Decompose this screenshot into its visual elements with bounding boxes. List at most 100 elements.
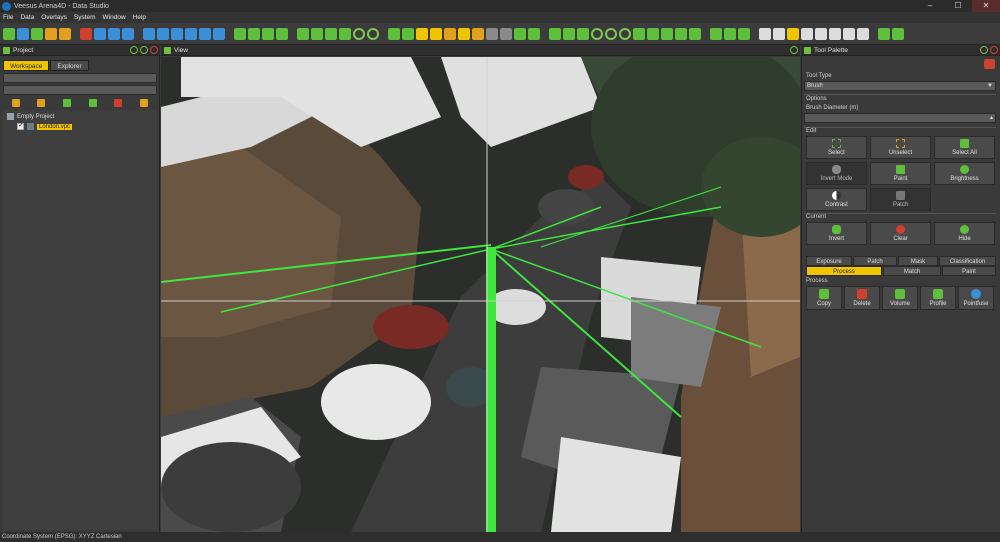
tab-exposure[interactable]: Exposure (806, 256, 852, 266)
new-project-icon[interactable] (3, 27, 15, 40)
tab-classification[interactable]: Classification (939, 256, 996, 266)
hand-icon[interactable] (843, 27, 855, 40)
tab-process[interactable]: Process (806, 266, 882, 276)
scan-icon[interactable] (297, 27, 309, 40)
brush-diameter-input[interactable]: ▴ (804, 113, 996, 123)
select-all-button[interactable]: Select All (934, 136, 995, 159)
path-icon[interactable] (577, 27, 589, 40)
target-icon[interactable] (353, 27, 365, 40)
tab-match[interactable]: Match (883, 266, 941, 276)
pointfuse-button[interactable]: Pointfuse (958, 286, 994, 310)
compass-icon[interactable] (619, 27, 631, 40)
chart-icon[interactable] (325, 27, 337, 40)
invert-mode-button[interactable]: Invert Mode (806, 162, 867, 185)
volume-button[interactable]: Volume (882, 286, 918, 310)
camera-icon[interactable] (157, 27, 169, 40)
palette-float-icon[interactable] (980, 46, 988, 54)
select-button[interactable]: Select (806, 136, 867, 159)
nodes-icon[interactable] (563, 27, 575, 40)
project-lock-bar[interactable] (3, 85, 157, 95)
paint-button[interactable]: Paint (870, 162, 931, 185)
open-icon[interactable] (17, 27, 29, 40)
pin-icon[interactable] (647, 27, 659, 40)
tree-item[interactable]: London.vpc (17, 121, 73, 130)
tab-patch[interactable]: Patch (853, 256, 897, 266)
minimize-all-icon[interactable] (878, 27, 890, 40)
film-icon[interactable] (199, 27, 211, 40)
nav-icon[interactable] (605, 27, 617, 40)
fly-icon[interactable] (738, 27, 750, 40)
point-cloud-viewport[interactable] (161, 57, 800, 532)
up-icon[interactable] (710, 27, 722, 40)
zoom-in-icon[interactable] (675, 27, 687, 40)
redo-icon[interactable] (108, 27, 120, 40)
tab-workspace[interactable]: Workspace (3, 60, 50, 71)
settings-icon[interactable] (500, 27, 512, 40)
orbit-icon[interactable] (591, 27, 603, 40)
invert-button[interactable]: Invert (806, 222, 867, 245)
menu-system[interactable]: System (74, 14, 96, 21)
brightness-button[interactable]: Brightness (934, 162, 995, 185)
tab-paint[interactable]: Paint (942, 266, 996, 276)
hide-button[interactable]: Hide (934, 222, 995, 245)
export-icon[interactable] (248, 27, 260, 40)
add-folder-icon[interactable] (11, 98, 20, 107)
search-project-icon[interactable] (88, 98, 97, 107)
publish-icon[interactable] (276, 27, 288, 40)
world-icon[interactable] (528, 27, 540, 40)
pdf-icon[interactable] (262, 27, 274, 40)
window-icon[interactable] (857, 27, 869, 40)
photo-icon[interactable] (185, 27, 197, 40)
walk-icon[interactable] (724, 27, 736, 40)
eye-toolbar-icon[interactable] (892, 27, 904, 40)
layout-4-icon[interactable] (801, 27, 813, 40)
maximize-button[interactable]: ☐ (944, 0, 972, 12)
bucket-icon[interactable] (416, 27, 428, 40)
grid-icon[interactable] (444, 27, 456, 40)
panel-close-icon[interactable] (150, 46, 158, 54)
light-icon[interactable] (458, 27, 470, 40)
properties-icon[interactable] (140, 98, 149, 107)
filter-icon[interactable] (311, 27, 323, 40)
tab-explorer[interactable]: Explorer (50, 60, 89, 71)
video-icon[interactable] (171, 27, 183, 40)
remove-icon[interactable] (114, 98, 123, 107)
cloud-icon[interactable] (234, 27, 246, 40)
menu-data[interactable]: Data (20, 14, 34, 21)
menu-overlays[interactable]: Overlays (41, 14, 67, 21)
screenshot-icon[interactable] (143, 27, 155, 40)
folder-icon[interactable] (45, 27, 57, 40)
tool-type-select[interactable]: Brush ▼ (804, 81, 996, 91)
tab-mask[interactable]: Mask (898, 256, 938, 266)
patch-button[interactable]: Patch (870, 188, 931, 211)
undo-icon[interactable] (94, 27, 106, 40)
menu-window[interactable]: Window (103, 14, 126, 21)
location-icon[interactable] (633, 27, 645, 40)
layout-5-icon[interactable] (815, 27, 827, 40)
close-button[interactable]: ✕ (972, 0, 1000, 12)
gallery-icon[interactable] (213, 27, 225, 40)
copy-toolbar-icon[interactable] (122, 27, 134, 40)
layout-3-icon[interactable] (787, 27, 799, 40)
tree-root[interactable]: Empty Project (7, 113, 54, 120)
project-search-bar[interactable] (3, 73, 157, 83)
menu-help[interactable]: Help (133, 14, 146, 21)
menu-file[interactable]: File (3, 14, 13, 21)
points-icon[interactable] (402, 27, 414, 40)
panel-float-icon[interactable] (140, 46, 148, 54)
database-icon[interactable] (31, 27, 43, 40)
layout-6-icon[interactable] (829, 27, 841, 40)
delete-button[interactable]: Delete (844, 286, 880, 310)
contrast-button[interactable]: Contrast (806, 188, 867, 211)
unselect-button[interactable]: Unselect (870, 136, 931, 159)
panel-minimize-icon[interactable] (130, 46, 138, 54)
measure-icon[interactable] (339, 27, 351, 40)
layout-1-icon[interactable] (759, 27, 771, 40)
cloud-sync-icon[interactable] (514, 27, 526, 40)
help-icon[interactable] (486, 27, 498, 40)
layout-2-icon[interactable] (773, 27, 785, 40)
folder-open-icon[interactable] (59, 27, 71, 40)
align-icon[interactable] (549, 27, 561, 40)
clear-button[interactable]: Clear (870, 222, 931, 245)
profile-button[interactable]: Profile (920, 286, 956, 310)
